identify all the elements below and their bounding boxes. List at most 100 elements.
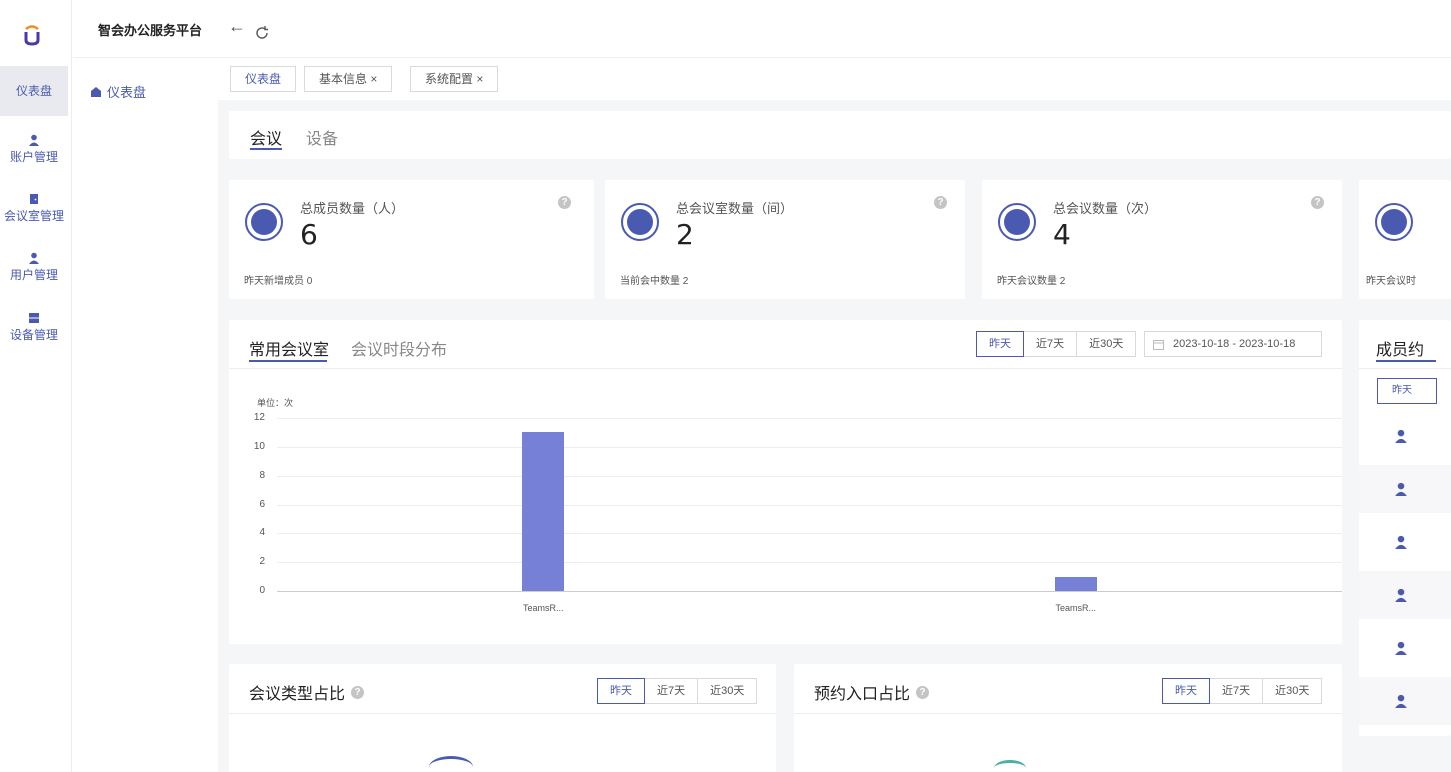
nav-item-account[interactable]: 账户管理 bbox=[0, 134, 68, 165]
grid-line bbox=[277, 533, 1342, 535]
grid-line bbox=[277, 562, 1342, 564]
divider bbox=[794, 713, 1342, 714]
help-icon[interactable]: ? bbox=[916, 685, 930, 699]
y-tick-label: 2 bbox=[259, 556, 265, 568]
range-7d[interactable]: 近7天 bbox=[1209, 678, 1264, 704]
booking-entry-title-wrap: 预约入口占比 ? bbox=[814, 680, 930, 704]
grid-line bbox=[277, 475, 1342, 477]
stat-value: 4 bbox=[1053, 218, 1071, 251]
tab-time-distribution[interactable]: 会议时段分布 bbox=[351, 336, 447, 360]
member-range-yesterday[interactable]: 昨天 bbox=[1377, 378, 1437, 404]
user-icon bbox=[29, 134, 39, 146]
main-content: 仪表盘 基本信息 × 系统配置 × 会议 设备 总成员数量（人） 6 ? 昨天新… bbox=[218, 58, 1451, 772]
refresh-icon[interactable] bbox=[254, 25, 270, 41]
x-tick-label: TeamsR... bbox=[522, 603, 564, 613]
tab-device[interactable]: 设备 bbox=[306, 125, 338, 149]
room-usage-panel: 常用会议室 会议时段分布 昨天 近7天 近30天 2023-10-18 - 20… bbox=[229, 320, 1342, 644]
range-7d[interactable]: 近7天 bbox=[1023, 331, 1078, 357]
nav-item-label: 账户管理 bbox=[9, 150, 58, 164]
nav-item-rooms[interactable]: 会议室管理 bbox=[0, 193, 68, 224]
member-row bbox=[1359, 412, 1451, 460]
stat-sub: 昨天会议数量 2 bbox=[997, 276, 1066, 287]
tag-dashboard[interactable]: 仪表盘 bbox=[230, 66, 297, 92]
range-30d[interactable]: 近30天 bbox=[1262, 678, 1323, 704]
back-icon[interactable]: ← bbox=[228, 16, 246, 37]
subnav-home-label: 仪表盘 bbox=[107, 85, 147, 100]
stat-card-members: 总成员数量（人） 6 ? 昨天新增成员 0 bbox=[229, 180, 594, 299]
user-icon bbox=[1395, 694, 1407, 708]
help-icon[interactable]: ? bbox=[1311, 196, 1324, 209]
range-selector: 昨天 近7天 近30天 bbox=[976, 331, 1137, 357]
nav-item-label: 设备管理 bbox=[9, 328, 58, 342]
x-tick-label: TeamsR... bbox=[1055, 603, 1096, 613]
member-row bbox=[1359, 677, 1451, 725]
tag-bar: 仪表盘 基本信息 × 系统配置 × bbox=[218, 58, 1451, 100]
room-icon bbox=[621, 203, 659, 241]
calendar-icon bbox=[1153, 340, 1164, 350]
booking-entry-panel: 预约入口占比 ? 昨天 近7天 近30天 bbox=[794, 664, 1342, 772]
user-icon bbox=[1395, 429, 1407, 443]
unit-label: 单位：次 bbox=[257, 398, 294, 408]
tab-common-rooms[interactable]: 常用会议室 bbox=[249, 336, 329, 360]
range-30d[interactable]: 近30天 bbox=[697, 678, 758, 704]
tab-underline bbox=[250, 148, 282, 150]
door-icon bbox=[30, 194, 38, 204]
range-30d[interactable]: 近30天 bbox=[1076, 331, 1137, 357]
grid-line bbox=[277, 504, 1342, 506]
stat-value: 2 bbox=[676, 218, 694, 251]
app-logo bbox=[24, 25, 40, 46]
tag-basic-info[interactable]: 基本信息 × bbox=[304, 66, 393, 92]
tag-system-config[interactable]: 系统配置 × bbox=[410, 66, 499, 92]
clock-icon bbox=[1375, 203, 1413, 241]
date-range-picker[interactable]: 2023-10-18 - 2023-10-18 bbox=[1144, 331, 1322, 357]
chart-bar[interactable] bbox=[1054, 576, 1097, 591]
grid-line bbox=[277, 418, 1342, 419]
left-nav: 仪表盘 账户管理 会议室管理 用户管理 设备管理 bbox=[0, 0, 72, 772]
y-tick-label: 0 bbox=[259, 585, 265, 596]
member-panel: 成员约 昨天 bbox=[1359, 320, 1451, 736]
grid-line bbox=[277, 446, 1342, 448]
range-yesterday[interactable]: 昨天 bbox=[597, 678, 645, 704]
y-tick-label: 10 bbox=[253, 440, 265, 452]
stat-sub: 昨天会议时 bbox=[1366, 276, 1416, 287]
user-icon bbox=[29, 252, 39, 264]
nav-item-label: 仪表盘 bbox=[15, 84, 52, 98]
nav-item-devices[interactable]: 设备管理 bbox=[0, 312, 68, 343]
y-tick-label: 4 bbox=[259, 527, 265, 539]
tab-underline bbox=[249, 360, 327, 362]
home-icon bbox=[91, 86, 101, 97]
member-row bbox=[1359, 518, 1451, 566]
tab-meeting[interactable]: 会议 bbox=[250, 125, 282, 149]
meeting-type-title-wrap: 会议类型占比 ? bbox=[249, 680, 365, 704]
user-icon bbox=[1395, 588, 1407, 602]
divider bbox=[229, 713, 776, 714]
nav-item-users[interactable]: 用户管理 bbox=[0, 252, 68, 283]
help-icon[interactable]: ? bbox=[934, 196, 947, 209]
nav-item-label: 会议室管理 bbox=[3, 209, 64, 223]
help-icon[interactable]: ? bbox=[351, 685, 365, 699]
members-icon bbox=[245, 203, 283, 241]
subnav-home[interactable]: 仪表盘 bbox=[90, 82, 146, 101]
booking-entry-title: 预约入口占比 bbox=[814, 686, 911, 703]
chart-bar[interactable] bbox=[522, 432, 565, 591]
divider bbox=[229, 368, 1342, 369]
pie-chart-edge bbox=[994, 760, 1026, 772]
help-icon[interactable]: ? bbox=[558, 196, 571, 209]
range-7d[interactable]: 近7天 bbox=[644, 678, 699, 704]
stat-card-duration: 昨天会议时 bbox=[1359, 180, 1451, 299]
nav-item-dashboard[interactable]: 仪表盘 bbox=[0, 66, 68, 116]
member-row bbox=[1359, 624, 1451, 672]
divider bbox=[1359, 368, 1451, 369]
stat-value: 6 bbox=[300, 218, 318, 251]
member-panel-title: 成员约 bbox=[1376, 342, 1425, 359]
range-yesterday[interactable]: 昨天 bbox=[976, 331, 1024, 357]
nav-item-label: 用户管理 bbox=[9, 268, 58, 282]
stat-card-meetings: 总会议数量（次） 4 ? 昨天会议数量 2 bbox=[982, 180, 1342, 299]
top-header: 智会办公服务平台 ← bbox=[73, 0, 1451, 58]
stat-sub: 当前会中数量 2 bbox=[620, 276, 689, 287]
platform-title: 智会办公服务平台 bbox=[98, 23, 203, 38]
stat-sub: 昨天新增成员 0 bbox=[244, 276, 313, 287]
section-tabs: 会议 设备 bbox=[229, 111, 1451, 159]
range-yesterday[interactable]: 昨天 bbox=[1162, 678, 1210, 704]
y-tick-label: 6 bbox=[259, 498, 265, 510]
